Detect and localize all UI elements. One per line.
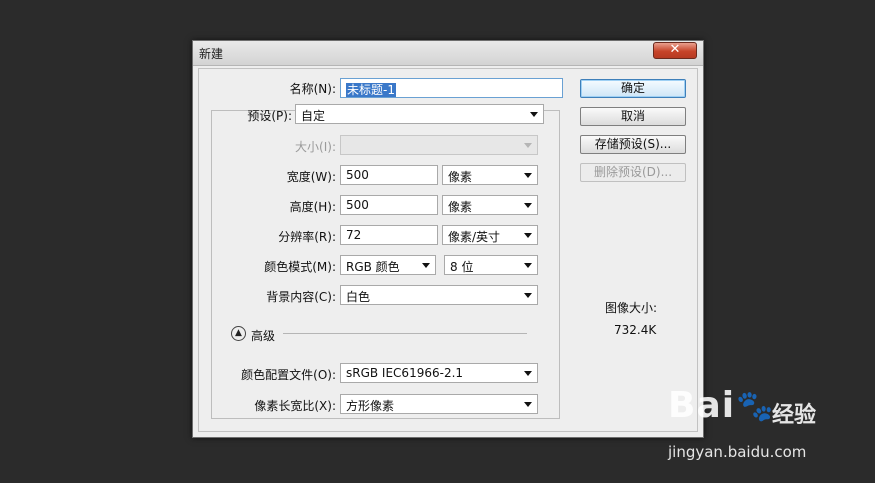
- background-value: 白色: [346, 290, 371, 304]
- preset-select[interactable]: 自定: [295, 104, 544, 124]
- chevron-down-icon: [524, 402, 532, 407]
- color-profile-label: 颜色配置文件(O):: [241, 368, 336, 382]
- watermark-cn: 经验: [772, 403, 817, 428]
- pixel-aspect-value: 方形像素: [346, 399, 395, 413]
- watermark-brand: Bai: [668, 385, 736, 426]
- resolution-unit-select[interactable]: 像素/英寸: [442, 225, 538, 245]
- color-mode-select[interactable]: RGB 颜色: [340, 255, 436, 275]
- name-input[interactable]: 未标题-1: [340, 78, 563, 98]
- baidu-jingyan-watermark: Bai 🐾 du 经验 jingyan.baidu.com: [668, 385, 833, 465]
- height-input[interactable]: 500: [340, 195, 438, 215]
- dialog-title: 新建: [199, 47, 224, 61]
- paw-icon: 🐾: [736, 389, 774, 424]
- height-label: 高度(H):: [289, 200, 336, 214]
- chevron-down-icon: [524, 233, 532, 238]
- title-bar[interactable]: 新建 ✕: [193, 41, 703, 66]
- name-value: 未标题-1: [346, 83, 396, 97]
- chevron-down-icon: [524, 143, 532, 148]
- color-mode-value: RGB 颜色: [346, 260, 400, 274]
- width-unit-value: 像素: [448, 170, 473, 184]
- chevron-up-icon[interactable]: ▲: [231, 326, 246, 341]
- size-label: 大小(I):: [295, 140, 336, 154]
- preset-value: 自定: [301, 109, 326, 123]
- chevron-down-icon: [524, 263, 532, 268]
- color-profile-value: sRGB IEC61966-2.1: [346, 366, 464, 380]
- chevron-down-icon: [422, 263, 430, 268]
- height-unit-select[interactable]: 像素: [442, 195, 538, 215]
- save-preset-button[interactable]: 存储预设(S)...: [580, 135, 686, 154]
- chevron-down-icon: [524, 203, 532, 208]
- resolution-unit-value: 像素/英寸: [448, 230, 501, 244]
- watermark-url: jingyan.baidu.com: [668, 443, 807, 461]
- pixel-aspect-select[interactable]: 方形像素: [340, 394, 538, 414]
- image-size-label: 图像大小:: [605, 301, 658, 315]
- chevron-down-icon: [530, 112, 538, 117]
- bit-depth-value: 8 位: [450, 260, 474, 274]
- background-label: 背景内容(C):: [266, 290, 336, 304]
- width-unit-select[interactable]: 像素: [442, 165, 538, 185]
- resolution-label: 分辨率(R):: [278, 230, 336, 244]
- color-mode-label: 颜色模式(M):: [264, 260, 336, 274]
- close-button[interactable]: ✕: [653, 42, 697, 59]
- height-value: 500: [346, 198, 369, 212]
- bit-depth-select[interactable]: 8 位: [444, 255, 538, 275]
- advanced-divider: [283, 333, 527, 334]
- chevron-down-icon: [524, 371, 532, 376]
- name-label: 名称(N):: [289, 82, 336, 96]
- image-size-value: 732.4K: [614, 323, 657, 337]
- resolution-value: 72: [346, 228, 362, 242]
- ok-button[interactable]: 确定: [580, 79, 686, 98]
- preset-label: 预设(P):: [247, 109, 292, 123]
- chevron-down-icon: [524, 173, 532, 178]
- size-select: [340, 135, 538, 155]
- pixel-aspect-label: 像素长宽比(X):: [254, 399, 336, 413]
- advanced-toggle-label[interactable]: 高级: [251, 327, 275, 344]
- color-profile-select[interactable]: sRGB IEC61966-2.1: [340, 363, 538, 383]
- width-label: 宽度(W):: [286, 170, 336, 184]
- width-input[interactable]: 500: [340, 165, 438, 185]
- chevron-down-icon: [524, 293, 532, 298]
- resolution-input[interactable]: 72: [340, 225, 438, 245]
- cancel-button[interactable]: 取消: [580, 107, 686, 126]
- height-unit-value: 像素: [448, 200, 473, 214]
- delete-preset-button: 删除预设(D)...: [580, 163, 686, 182]
- width-value: 500: [346, 168, 369, 182]
- background-select[interactable]: 白色: [340, 285, 538, 305]
